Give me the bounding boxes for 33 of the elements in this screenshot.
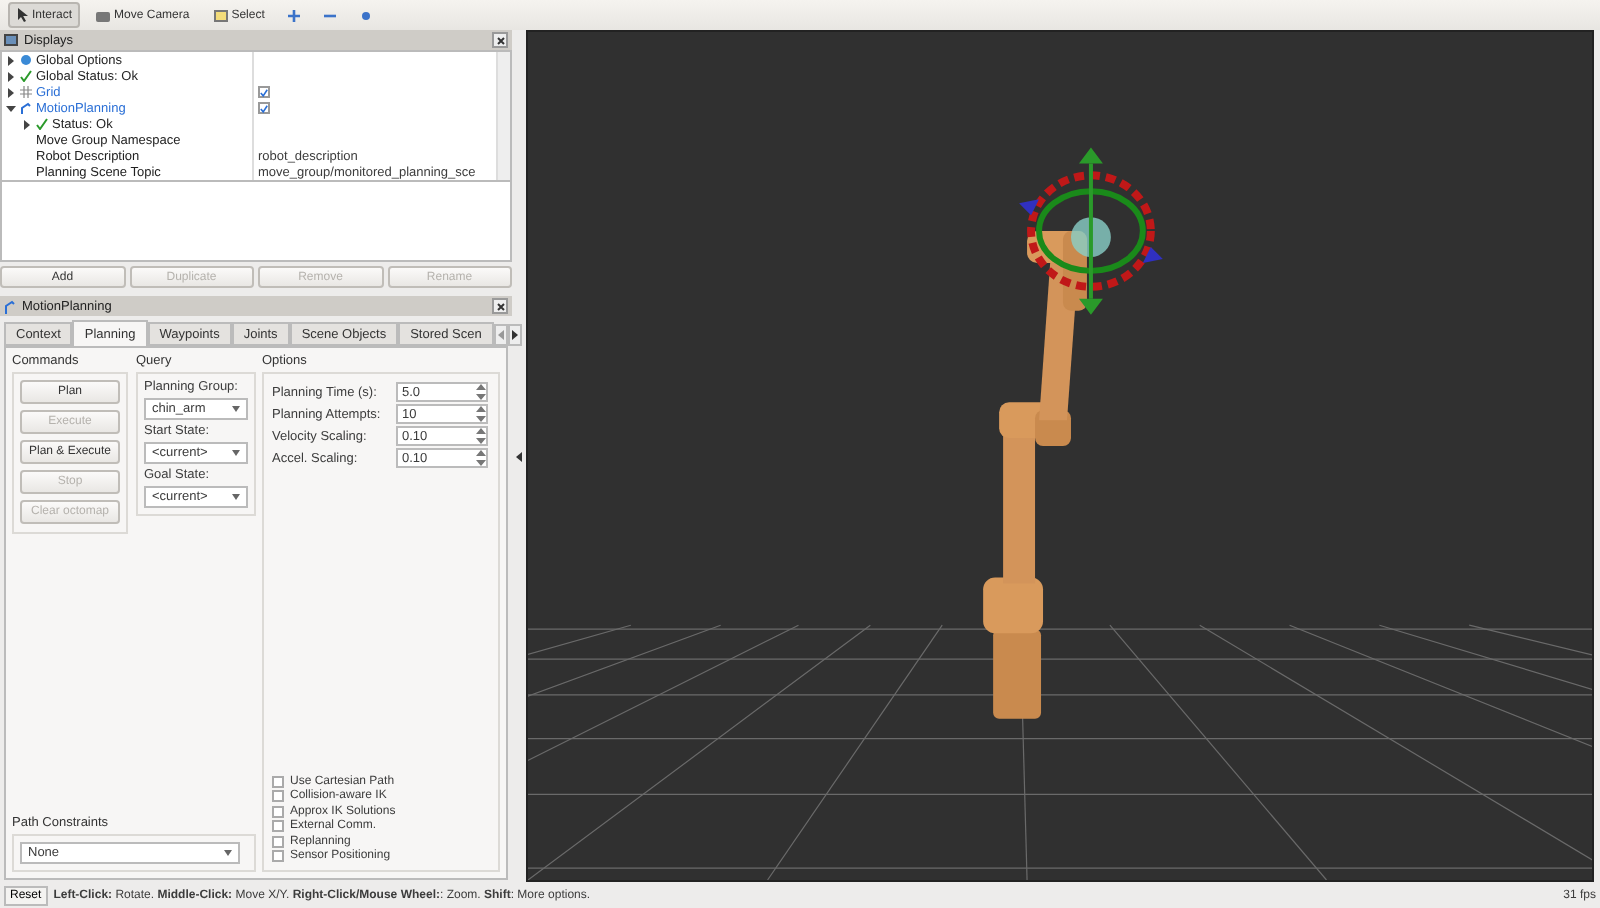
caret-icon [232, 406, 240, 412]
checkbox[interactable] [258, 86, 270, 98]
checkbox[interactable] [258, 102, 270, 114]
close-button[interactable] [492, 32, 508, 48]
pointer-icon [16, 8, 28, 22]
spin-arrows-icon[interactable] [476, 450, 486, 466]
caret-icon [224, 850, 232, 856]
collapse-arrow-icon[interactable] [6, 103, 16, 113]
spin-arrows-icon[interactable] [476, 406, 486, 422]
plus-icon [288, 9, 301, 21]
minus-icon [324, 9, 337, 21]
robot-arm-icon [20, 102, 32, 114]
expand-arrow-icon[interactable] [6, 71, 16, 81]
spin-arrows-icon[interactable] [476, 384, 486, 400]
camera-icon [96, 9, 111, 21]
caret-icon [232, 494, 240, 500]
globe-icon [20, 54, 32, 66]
checkmark-icon [36, 118, 48, 130]
spin-arrows-icon[interactable] [476, 428, 486, 444]
grid-icon [20, 86, 32, 98]
target-icon [360, 9, 373, 21]
caret-icon [232, 450, 240, 456]
selection-icon [213, 9, 228, 21]
expand-arrow-icon[interactable] [6, 87, 16, 97]
scrollbar[interactable] [496, 52, 510, 180]
expand-arrow-icon[interactable] [22, 119, 32, 129]
3d-viewport[interactable] [526, 30, 1594, 882]
monitor-icon [4, 33, 18, 47]
expand-arrow-icon[interactable] [6, 55, 16, 65]
checkmark-icon [20, 70, 32, 82]
close-button[interactable] [492, 298, 508, 314]
robot-arm-icon [4, 299, 16, 313]
collapse-arrow-icon[interactable] [516, 452, 522, 462]
